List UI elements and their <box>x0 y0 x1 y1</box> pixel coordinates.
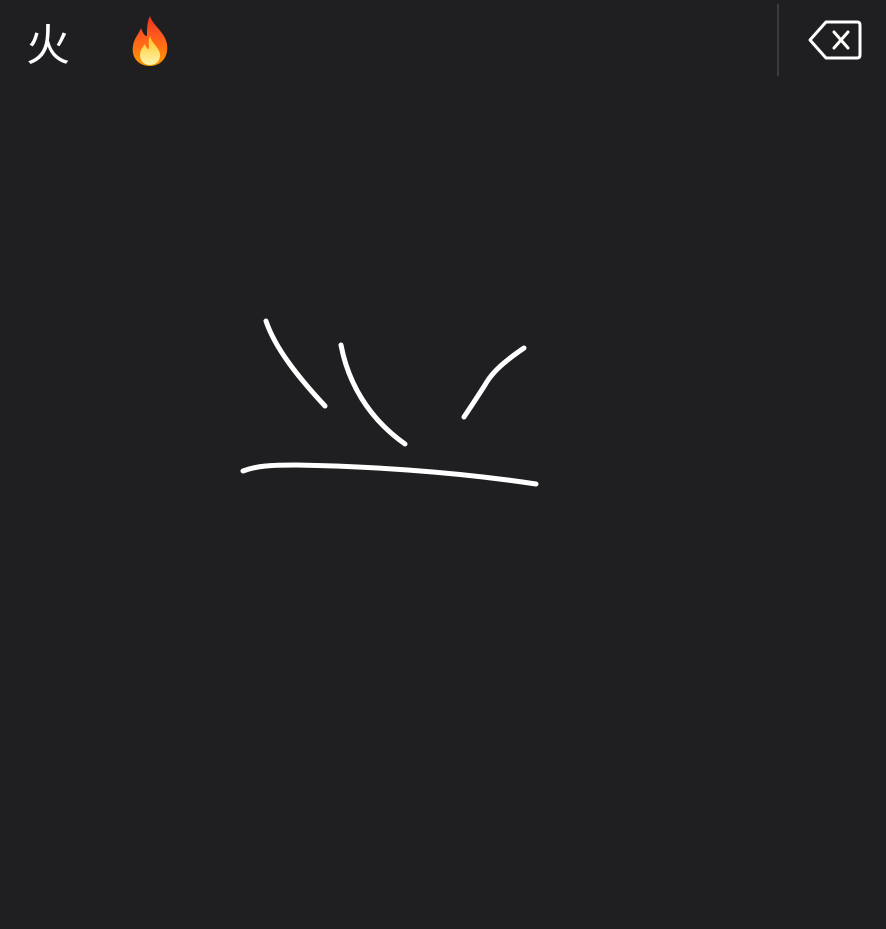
delete-button[interactable] <box>800 14 870 70</box>
candidate-emoji[interactable] <box>118 8 182 74</box>
handwritten-stroke <box>461 345 527 420</box>
handwriting-keyboard: 火 <box>0 0 886 929</box>
handwritten-stroke <box>240 462 539 487</box>
candidate-character[interactable]: 火 <box>16 8 80 74</box>
fire-icon <box>127 14 173 68</box>
backspace-icon <box>807 19 863 65</box>
candidate-divider <box>777 4 779 76</box>
candidate-bar: 火 <box>0 0 886 82</box>
handwritten-stroke <box>338 342 408 447</box>
handwriting-canvas[interactable] <box>0 82 886 929</box>
handwritten-stroke <box>263 318 328 409</box>
